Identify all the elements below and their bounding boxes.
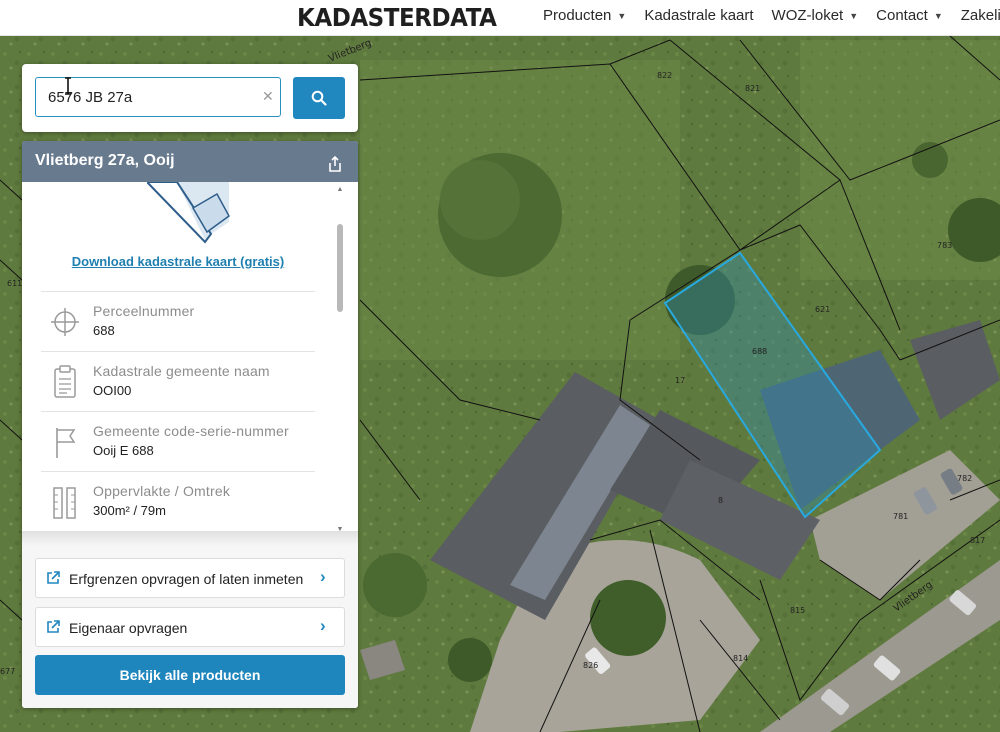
- parcel-number-label: 814: [733, 654, 748, 663]
- parcel-number-label: 826: [583, 661, 598, 670]
- search-icon: [311, 90, 327, 106]
- tree: [363, 553, 427, 617]
- parcel-number-label: 782: [957, 474, 972, 483]
- row-value: 300m² / 79m: [93, 503, 166, 518]
- nav-item-producten[interactable]: Producten ▼: [543, 7, 626, 24]
- parcel-number-label: 781: [893, 512, 908, 521]
- text-cursor-icon: [65, 77, 71, 95]
- chevron-down-icon: ▼: [617, 10, 627, 21]
- crosshair-icon: [51, 308, 79, 336]
- nav-item-label: Kadastrale kaart: [644, 7, 754, 24]
- bekijk-alle-producten-button[interactable]: Bekijk alle producten: [35, 655, 345, 695]
- oppervlakte-row: Oppervlakte / Omtrek 300m² / 79m: [41, 472, 315, 530]
- parcel-number-label: 621: [815, 305, 830, 314]
- tree: [440, 160, 520, 240]
- row-label: Perceelnummer: [93, 303, 195, 319]
- eigenaar-opvragen-button[interactable]: Eigenaar opvragen ›: [35, 607, 345, 647]
- site-logo[interactable]: KADASTERDATA: [297, 3, 497, 32]
- roundabout-island: [590, 580, 666, 656]
- panel-title: Vlietberg 27a, Ooij: [35, 152, 175, 169]
- scrollbar-thumb[interactable]: [337, 224, 343, 312]
- row-label: Gemeente code-serie-nummer: [93, 423, 289, 439]
- external-link-icon: [47, 571, 60, 584]
- main-nav: Producten ▼ Kadastrale kaart WOZ-loket ▼…: [543, 7, 1000, 24]
- parcel-thumbnail: [147, 182, 247, 250]
- search-card: ✕: [22, 64, 358, 132]
- row-label: Oppervlakte / Omtrek: [93, 483, 231, 499]
- nav-item-label: WOZ-loket: [771, 7, 844, 24]
- action-label: Eigenaar opvragen: [69, 620, 188, 636]
- top-navigation-bar: KADASTERDATA Producten ▼ Kadastrale kaar…: [0, 0, 1000, 36]
- parcel-number-label: 783: [937, 241, 952, 250]
- panel-actions: Erfgrenzen opvragen of laten inmeten › E…: [22, 545, 358, 708]
- row-value: OOI00: [93, 383, 132, 398]
- nav-item-kadastrale-kaart[interactable]: Kadastrale kaart: [644, 7, 753, 24]
- chevron-right-icon: ›: [320, 616, 326, 635]
- perceelnummer-row: Perceelnummer 688: [41, 292, 315, 350]
- download-kadastrale-kaart-link[interactable]: Download kadastrale kaart (gratis): [22, 254, 334, 269]
- parcel-number-label: 688: [752, 347, 767, 356]
- parcel-number-label: 17: [675, 376, 685, 385]
- parcel-info-panel: Vlietberg 27a, Ooij Download kadastrale …: [22, 141, 358, 708]
- parcel-number-label: 611: [7, 279, 22, 288]
- parcel-number-label: 815: [790, 606, 805, 615]
- panel-fade-divider: [22, 531, 358, 545]
- chevron-down-icon: ▼: [933, 10, 943, 21]
- kadastrale-gemeente-row: Kadastrale gemeente naam OOI00: [41, 352, 315, 410]
- clipboard-icon: [54, 365, 76, 398]
- ruler-icon: [53, 487, 76, 519]
- search-button[interactable]: [293, 77, 345, 119]
- panel-header: Vlietberg 27a, Ooij: [22, 141, 358, 182]
- parcel-number-label: 677: [0, 667, 15, 676]
- gemeente-code-row: Gemeente code-serie-nummer Ooij E 688: [41, 412, 315, 470]
- scroll-up-arrow-icon[interactable]: ▲: [336, 186, 344, 194]
- chevron-right-icon: ›: [320, 567, 326, 586]
- external-link-icon: [47, 620, 60, 633]
- parcel-number-label: 8: [718, 496, 723, 505]
- nav-item-label: Contact: [876, 7, 928, 24]
- row-label: Kadastrale gemeente naam: [93, 363, 270, 379]
- nav-item-contact[interactable]: Contact ▼: [876, 7, 943, 24]
- parcel-number-label: 821: [745, 84, 760, 93]
- nav-item-woz-loket[interactable]: WOZ-loket ▼: [772, 7, 859, 24]
- close-icon[interactable]: ✕: [262, 88, 274, 105]
- tree: [912, 142, 948, 178]
- flag-icon: [56, 428, 76, 458]
- nav-item-zakelijk[interactable]: Zakelijk: [961, 7, 1000, 24]
- nav-item-label: Zakelijk: [960, 7, 1000, 24]
- share-icon[interactable]: [327, 155, 343, 173]
- erfgrenzen-button[interactable]: Erfgrenzen opvragen of laten inmeten ›: [35, 558, 345, 598]
- parcel-number-label: 817: [970, 536, 985, 545]
- tree: [448, 638, 492, 682]
- nav-item-label: Producten: [543, 7, 612, 24]
- parcel-number-label: 822: [657, 71, 672, 80]
- panel-scrollbar[interactable]: ▲ ▼: [336, 184, 344, 533]
- row-value: 688: [93, 323, 115, 338]
- action-label: Erfgrenzen opvragen of laten inmeten: [69, 571, 304, 587]
- chevron-down-icon: ▼: [849, 10, 859, 21]
- row-value: Ooij E 688: [93, 443, 154, 458]
- panel-scroll-area[interactable]: Download kadastrale kaart (gratis) Perce…: [22, 182, 358, 532]
